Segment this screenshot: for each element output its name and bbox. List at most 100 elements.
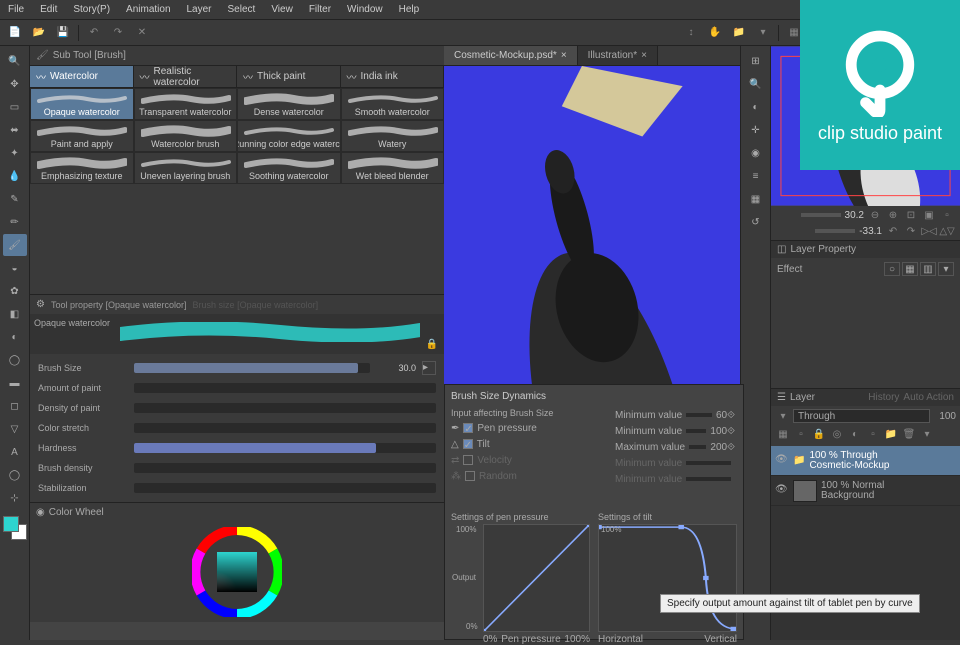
brush-item[interactable]: Smooth watercolor (341, 88, 445, 120)
menu-file[interactable]: File (8, 4, 24, 15)
brush-item[interactable]: Emphasizing texture (30, 152, 134, 184)
fg-color[interactable] (3, 516, 19, 532)
slider-icon[interactable]: ≡ (744, 165, 768, 187)
tilt-graph[interactable]: Settings of tilt 100% HorizontalVertical (598, 512, 737, 645)
input-checkbox[interactable] (463, 455, 473, 465)
zoom-slider[interactable] (801, 211, 841, 219)
brush-item[interactable]: Paint and apply (30, 120, 134, 152)
folder-icon[interactable]: 📁 (728, 23, 750, 43)
prop-slider[interactable] (134, 363, 370, 373)
menu-filter[interactable]: Filter (309, 4, 331, 15)
new-layer-icon[interactable]: ▫ (865, 427, 881, 441)
brush-item[interactable]: Dense watercolor (237, 88, 341, 120)
dyn-val-slider[interactable] (689, 445, 706, 449)
dot-icon[interactable]: ▫ (940, 208, 954, 222)
layer-checker-icon[interactable]: ▦ (775, 427, 791, 441)
correct-tool-icon[interactable]: ⊹ (3, 487, 27, 509)
rotate-slider[interactable] (815, 227, 855, 235)
prop-slider[interactable] (134, 383, 436, 393)
canvas-tab-1[interactable]: Cosmetic-Mockup.psd*× (444, 46, 578, 65)
brush-item[interactable]: Wet bleed blender (341, 152, 445, 184)
dyn-val-slider[interactable] (686, 461, 731, 465)
prop-slider[interactable] (134, 443, 436, 453)
eyedropper-tool-icon[interactable]: 💧 (3, 165, 27, 187)
cat-thick[interactable]: 〰Thick paint (237, 66, 341, 87)
move-tool-icon[interactable]: ✥ (3, 73, 27, 95)
pressure-graph[interactable]: Settings of pen pressure 100% Output 0% … (451, 512, 590, 645)
undo-icon[interactable]: ↶ (83, 23, 105, 43)
effect-chevron-icon[interactable]: ▾ (938, 262, 954, 276)
menu-select[interactable]: Select (228, 4, 256, 15)
menu-story[interactable]: Story(P) (73, 4, 110, 15)
canvas-tab-2[interactable]: Illustration*× (578, 46, 658, 65)
brush-item[interactable]: Soothing watercolor (237, 152, 341, 184)
gradient-tool-icon[interactable]: ▬ (3, 372, 27, 394)
new-icon[interactable]: 📄 (4, 23, 26, 43)
nav-icon[interactable]: ⊞ (744, 50, 768, 72)
color-wheel[interactable] (30, 522, 444, 622)
blend-tool-icon[interactable]: ◐ (3, 326, 27, 348)
decoration-tool-icon[interactable]: ✿ (3, 280, 27, 302)
zoom-tool-icon[interactable]: 🔍 (3, 50, 27, 72)
brush-tool-icon[interactable]: 🖌 (3, 234, 27, 256)
hand-icon[interactable]: ✋ (704, 23, 726, 43)
cat-realistic[interactable]: 〰Realistic watercolor (134, 66, 238, 87)
brush-item[interactable]: Uneven layering brush (134, 152, 238, 184)
menu-help[interactable]: Help (399, 4, 420, 15)
cat-india[interactable]: 〰India ink (341, 66, 445, 87)
menu-edit[interactable]: Edit (40, 4, 57, 15)
prop-slider[interactable] (134, 483, 436, 493)
layer-item[interactable]: 👁📁100 % ThroughCosmetic-Mockup (771, 446, 960, 476)
pen-tool-icon[interactable]: ✎ (3, 188, 27, 210)
layer-item[interactable]: 👁100 % NormalBackground (771, 476, 960, 506)
blend-mode-select[interactable]: Through (793, 409, 930, 423)
cat-watercolor[interactable]: 〰Watercolor (30, 66, 134, 87)
prop-slider[interactable] (134, 423, 436, 433)
crosshair-icon[interactable]: ✛ (744, 119, 768, 141)
marquee-tool-icon[interactable]: ✦ (3, 142, 27, 164)
delete-layer-icon[interactable]: 🗑 (901, 427, 917, 441)
search-icon[interactable]: 🔍 (744, 73, 768, 95)
input-checkbox[interactable]: ✓ (463, 439, 473, 449)
toolprop-tab[interactable]: Tool property [Opaque watercolor] (51, 300, 187, 310)
clear-icon[interactable]: ✕ (131, 23, 153, 43)
ref-icon[interactable]: ◎ (829, 427, 845, 441)
balloon-tool-icon[interactable]: ◯ (3, 464, 27, 486)
input-checkbox[interactable] (465, 471, 475, 481)
lock-icon[interactable]: 🔒 (811, 427, 827, 441)
flip-v-icon[interactable]: △▽ (940, 224, 954, 238)
brush-item[interactable]: Watery (341, 120, 445, 152)
actual-icon[interactable]: ▣ (922, 208, 936, 222)
autoaction-tab[interactable]: Auto Action (903, 392, 954, 403)
redo-icon[interactable]: ↷ (107, 23, 129, 43)
rotate-ccw-icon[interactable]: ↶ (886, 224, 900, 238)
input-checkbox[interactable]: ✓ (463, 423, 473, 433)
airbrush-tool-icon[interactable]: ◒ (3, 257, 27, 279)
figure2-tool-icon[interactable]: ▽ (3, 418, 27, 440)
prop-dynamics-button[interactable]: ▸ (422, 361, 436, 375)
fit-icon[interactable]: ⊡ (904, 208, 918, 222)
dyn-val-slider[interactable] (686, 413, 712, 417)
brush-item[interactable]: Opaque watercolor (30, 88, 134, 120)
effect-color-icon[interactable]: ▥ (920, 262, 936, 276)
zoom-in-icon[interactable]: ⊕ (886, 208, 900, 222)
close-icon[interactable]: × (561, 50, 567, 61)
open-icon[interactable]: 📂 (28, 23, 50, 43)
history-icon[interactable]: ↺ (744, 211, 768, 233)
rotate-cw-icon[interactable]: ↷ (904, 224, 918, 238)
dropdown-icon[interactable]: ▾ (752, 23, 774, 43)
color-swatch[interactable] (3, 516, 27, 540)
visibility-icon[interactable]: 👁 (775, 454, 789, 468)
prop-slider[interactable] (134, 403, 436, 413)
figure-tool-icon[interactable]: ◻ (3, 395, 27, 417)
eraser-tool-icon[interactable]: ◧ (3, 303, 27, 325)
dyn-val-slider[interactable] (686, 429, 706, 433)
fit-icon[interactable]: ↕ (680, 23, 702, 43)
fill-tool-icon[interactable]: ◯ (3, 349, 27, 371)
clip-icon[interactable]: ▫ (793, 427, 809, 441)
prop-slider[interactable] (134, 463, 436, 473)
color-icon[interactable]: ◉ (744, 142, 768, 164)
effect-border-icon[interactable]: ○ (884, 262, 900, 276)
menu-view[interactable]: View (271, 4, 293, 15)
zoom-out-icon[interactable]: ⊖ (868, 208, 882, 222)
